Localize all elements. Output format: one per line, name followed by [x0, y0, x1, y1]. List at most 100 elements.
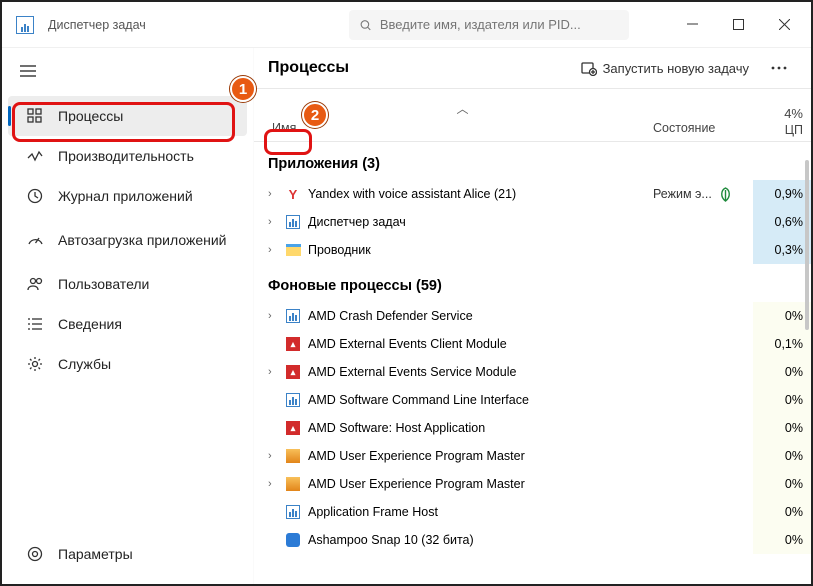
process-name: AMD User Experience Program Master [308, 449, 653, 463]
scrollbar[interactable] [805, 160, 809, 578]
expand-icon[interactable]: › [268, 478, 284, 490]
expand-icon[interactable]: › [268, 450, 284, 462]
cpu-cell: 0,6% [753, 208, 811, 236]
more-button[interactable] [761, 66, 797, 70]
expand-icon[interactable]: › [268, 188, 284, 200]
amd-red-icon: ▴ [284, 364, 302, 380]
sidebar-item-performance[interactable]: Производительность [8, 136, 247, 176]
cpu-cell: 0% [753, 386, 811, 414]
process-row[interactable]: ›AMD User Experience Program Master0% [254, 470, 811, 498]
sidebar-item-app-history[interactable]: Журнал приложений [8, 176, 247, 216]
cpu-cell: 0,9% [753, 180, 811, 208]
exe-icon [284, 308, 302, 324]
sidebar-item-label: Автозагрузка приложений [58, 232, 227, 248]
sidebar-item-label: Сведения [58, 316, 122, 332]
cpu-cell: 0,1% [753, 330, 811, 358]
expand-icon[interactable]: › [268, 216, 284, 228]
sidebar-item-settings[interactable]: Параметры [8, 534, 247, 574]
process-row[interactable]: ▴AMD Software: Host Application0% [254, 414, 811, 442]
process-row[interactable]: ▴ AMD External Events Client Module 0,1% [254, 330, 811, 358]
run-task-icon [581, 60, 597, 76]
sidebar-item-startup[interactable]: Автозагрузка приложений [8, 216, 247, 264]
close-button[interactable] [761, 9, 807, 41]
cpu-cell: 0% [753, 526, 811, 554]
sidebar-item-label: Производительность [58, 148, 194, 164]
process-row[interactable]: › Y Yandex with voice assistant Alice (2… [254, 180, 811, 208]
cpu-cell: 0% [753, 414, 811, 442]
sidebar-item-details[interactable]: Сведения [8, 304, 247, 344]
sidebar-item-label: Пользователи [58, 276, 149, 292]
group-bg-header: Фоновые процессы (59) [254, 264, 811, 302]
window-controls [669, 9, 807, 41]
page-title: Процессы [268, 59, 349, 77]
process-name: AMD Software Command Line Interface [308, 393, 653, 407]
hamburger-button[interactable] [2, 58, 253, 96]
package-icon [284, 476, 302, 492]
process-row[interactable]: AMD Software Command Line Interface 0% [254, 386, 811, 414]
grid-icon [26, 107, 44, 125]
sidebar-item-processes[interactable]: Процессы [8, 96, 247, 136]
app-title: Диспетчер задач [48, 18, 146, 32]
process-list: Приложения (3) › Y Yandex with voice ass… [254, 142, 811, 554]
expand-icon[interactable]: › [268, 366, 284, 378]
yandex-icon: Y [284, 186, 302, 202]
cpu-cell: 0% [753, 358, 811, 386]
state-cell: Режим э... [653, 187, 753, 202]
callout-badge-2: 2 [302, 102, 328, 128]
process-name: AMD External Events Service Module [308, 365, 653, 379]
package-icon [284, 448, 302, 464]
process-name: Application Frame Host [308, 505, 653, 519]
exe-icon [284, 392, 302, 408]
process-row[interactable]: ›▴ AMD External Events Service Module 0% [254, 358, 811, 386]
callout-badge-1: 1 [230, 76, 256, 102]
process-row[interactable]: Ashampoo Snap 10 (32 бита)0% [254, 526, 811, 554]
column-cpu[interactable]: 4% ЦП [753, 89, 811, 141]
search-input[interactable] [380, 17, 619, 32]
minimize-button[interactable] [669, 9, 715, 41]
app-icon [16, 16, 34, 34]
sidebar-item-users[interactable]: Пользователи [8, 264, 247, 304]
cpu-cell: 0,3% [753, 236, 811, 264]
wave-icon [26, 147, 44, 165]
column-headers: ︿ Имя Состояние 4% ЦП [254, 88, 811, 142]
gear-icon [26, 355, 44, 373]
gauge-icon [26, 231, 44, 249]
sidebar-item-label: Процессы [58, 108, 123, 124]
sidebar-item-label: Службы [58, 356, 111, 372]
main-header: Процессы Запустить новую задачу [254, 48, 811, 88]
search-box[interactable] [349, 10, 629, 40]
settings-icon [26, 545, 44, 563]
titlebar: Диспетчер задач [2, 2, 811, 48]
sidebar-item-services[interactable]: Службы [8, 344, 247, 384]
column-state[interactable]: Состояние [653, 121, 753, 141]
process-row[interactable]: › Диспетчер задач 0,6% [254, 208, 811, 236]
list-icon [26, 315, 44, 333]
app-icon [284, 532, 302, 548]
process-name: AMD External Events Client Module [308, 337, 653, 351]
exe-icon [284, 504, 302, 520]
main-panel: Процессы Запустить новую задачу ︿ Имя Со… [254, 48, 811, 584]
users-icon [26, 275, 44, 293]
leaf-icon [718, 187, 733, 202]
sidebar-item-label: Журнал приложений [58, 188, 193, 204]
sidebar: Процессы Производительность Журнал прило… [2, 48, 254, 584]
expand-icon[interactable]: › [268, 244, 284, 256]
history-icon [26, 187, 44, 205]
expand-icon[interactable]: › [268, 310, 284, 322]
search-icon [359, 18, 372, 32]
sort-ascending-icon: ︿ [456, 100, 468, 117]
taskmgr-icon [284, 214, 302, 230]
explorer-icon [284, 242, 302, 258]
process-name: AMD User Experience Program Master [308, 477, 653, 491]
maximize-button[interactable] [715, 9, 761, 41]
run-new-task-button[interactable]: Запустить новую задачу [581, 60, 749, 76]
process-row[interactable]: ›AMD User Experience Program Master0% [254, 442, 811, 470]
process-row[interactable]: › Проводник 0,3% [254, 236, 811, 264]
cpu-cell: 0% [753, 498, 811, 526]
process-row[interactable]: ›AMD Crash Defender Service0% [254, 302, 811, 330]
amd-red-icon: ▴ [284, 420, 302, 436]
amd-red-icon: ▴ [284, 336, 302, 352]
group-apps-header: Приложения (3) [254, 142, 811, 180]
process-row[interactable]: Application Frame Host 0% [254, 498, 811, 526]
process-name: AMD Crash Defender Service [308, 309, 653, 323]
